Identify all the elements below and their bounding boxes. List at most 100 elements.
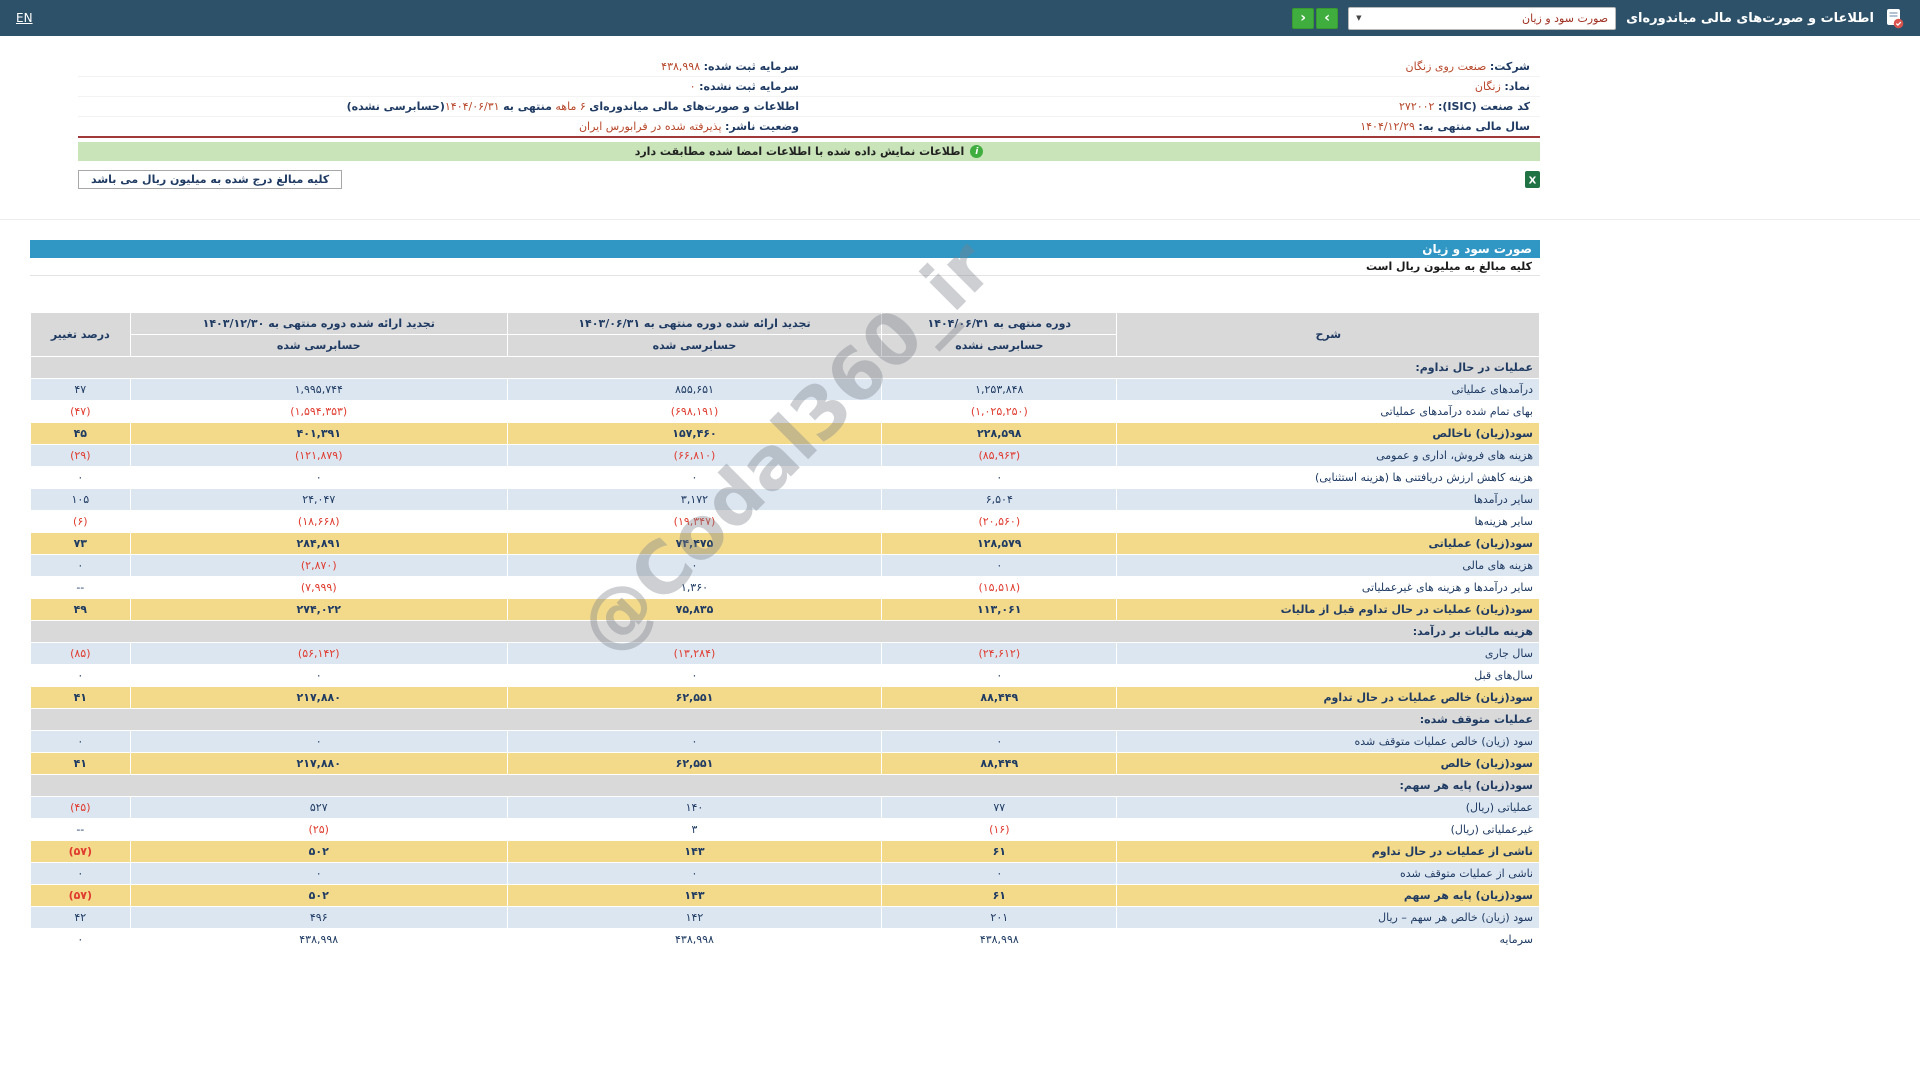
- statement-row: سایر هزینه‌ها (۲۰,۵۶۰) (۱۹,۳۴۷) (۱۸,۶۶۸) (۶): [30, 510, 1540, 533]
- registered-capital-label: سرمایه ثبت شده:: [703, 60, 799, 73]
- amount-cell: ۲۱۷,۸۸۰: [129, 752, 508, 775]
- app-icon[interactable]: [1884, 8, 1904, 29]
- statement-row: ناشی از عملیات متوقف شده ۰ ۰ ۰ ۰: [30, 862, 1540, 885]
- subtotal-row: سود(زیان) ناخالص ۲۲۸,۵۹۸ ۱۵۷,۴۶۰ ۴۰۱,۳۹۱ ۴۵: [30, 422, 1540, 445]
- amount-cell: ۲۱۷,۸۸۰: [129, 686, 508, 709]
- amount-cell: ۱۱۳,۰۶۱: [881, 598, 1118, 621]
- amount-cell: ۵۰۲: [129, 840, 508, 863]
- report-period-length: ۶ ماهه: [555, 100, 586, 113]
- row-label: سرمایه: [1116, 928, 1540, 951]
- amount-cell: ۱,۲۵۳,۸۴۸: [881, 378, 1118, 401]
- percent-change-cell: ۴۱: [30, 686, 131, 709]
- language-en-link[interactable]: EN: [16, 11, 33, 25]
- col-header-restated-year: تجدید ارائه شده دوره منتهی به ۱۴۰۳/۱۲/۳۰: [129, 312, 508, 335]
- amount-cell: ۳: [506, 818, 883, 841]
- amount-cell: (۱۲۱,۸۷۹): [129, 444, 508, 467]
- nav-forward-button[interactable]: ›: [1316, 7, 1339, 29]
- publisher-status-label: وضعیت ناشر:: [725, 120, 799, 133]
- page-separator: [0, 219, 1920, 220]
- percent-change-cell: (۴۷): [30, 400, 131, 423]
- amount-cell: (۸۵,۹۶۳): [881, 444, 1118, 467]
- row-label: سود(زیان) پایه هر سهم: [1116, 884, 1540, 907]
- statement-type-select[interactable]: صورت سود و زیان ▼: [1348, 6, 1617, 30]
- amount-cell: ۱۴۰: [506, 796, 883, 819]
- amount-cell: (۲۴,۶۱۲): [881, 642, 1118, 665]
- percent-change-cell: ۴۱: [30, 752, 131, 775]
- col-header-description: شرح: [1116, 312, 1540, 357]
- amount-cell: ۲۲۸,۵۹۸: [881, 422, 1118, 445]
- amount-cell: ۶,۵۰۴: [881, 488, 1118, 511]
- section-header-label: عملیات متوقف شده:: [30, 708, 1540, 731]
- statement-row: سال‌های قبل ۰ ۰ ۰ ۰: [30, 664, 1540, 687]
- excel-export-icon[interactable]: X: [1525, 171, 1540, 188]
- amount-cell: (۱,۰۲۵,۲۵۰): [881, 400, 1118, 423]
- row-label: بهای تمام شده درآمدهای عملیاتی: [1116, 400, 1540, 423]
- statement-section: @Codal360_ir صورت سود و زیان کلیه مبالغ …: [30, 224, 1540, 951]
- percent-change-cell: ۷۳: [30, 532, 131, 555]
- row-label: سود(زیان) عملیات در حال تداوم قبل از مال…: [1116, 598, 1540, 621]
- fiscal-year-value: ۱۴۰۴/۱۲/۲۹: [1360, 120, 1415, 133]
- row-label: سایر درآمدها: [1116, 488, 1540, 511]
- statement-nav: › ‹: [1292, 7, 1339, 29]
- col-header-percent-change: درصد تغییر: [30, 312, 131, 357]
- million-rial-note: کلیه مبالغ درج شده به میلیون ریال می باش…: [78, 170, 343, 189]
- statement-row: درآمدهای عملیاتی ۱,۲۵۳,۸۴۸ ۸۵۵,۶۵۱ ۱,۹۹۵,۷۴…: [30, 378, 1540, 401]
- percent-change-cell: ۰: [30, 664, 131, 687]
- section-header-row: عملیات در حال تداوم:: [30, 356, 1540, 379]
- section-header-label: هزینه مالیات بر درآمد:: [30, 620, 1540, 643]
- audit-status-audited-2: حسابرسی شده: [129, 334, 508, 357]
- statement-row: سایر درآمدها و هزینه های غیرعملیاتی (۱۵,۵…: [30, 576, 1540, 599]
- company-label: شرکت:: [1489, 60, 1530, 73]
- amount-cell: (۱۵,۵۱۸): [881, 576, 1118, 599]
- company-info-table: شرکت: صنعت روی زنگان سرمایه ثبت شده: ۴۳۸…: [78, 57, 1540, 138]
- section-header-label: سود(زیان) پایه هر سهم:: [30, 774, 1540, 797]
- statement-row: سود (زیان) خالص هر سهم – ریال ۲۰۱ ۱۴۲ ۴۹۶ ۴۲: [30, 906, 1540, 929]
- statement-row: هزینه های مالی ۰ ۰ (۲,۸۷۰) ۰: [30, 554, 1540, 577]
- subtotal-row: سود(زیان) عملیاتی ۱۲۸,۵۷۹ ۷۴,۴۷۵ ۲۸۴,۸۹۱ ۷۳: [30, 532, 1540, 555]
- amount-cell: (۱۳,۲۸۴): [506, 642, 883, 665]
- percent-change-cell: ۱۰۵: [30, 488, 131, 511]
- row-label: سایر درآمدها و هزینه های غیرعملیاتی: [1116, 576, 1540, 599]
- amount-cell: ۴۳۸,۹۹۸: [881, 928, 1118, 951]
- symbol-value: زنگان: [1474, 80, 1501, 93]
- amount-cell: (۱۹,۳۴۷): [506, 510, 883, 533]
- amount-cell: ۶۲,۵۵۱: [506, 752, 883, 775]
- subtotal-row: سود(زیان) خالص عملیات در حال تداوم ۸۸,۴۴۹…: [30, 686, 1540, 709]
- statement-row: غیرعملیاتی (ریال) (۱۶) ۳ (۲۵) --: [30, 818, 1540, 841]
- row-label: سایر هزینه‌ها: [1116, 510, 1540, 533]
- audit-status-unaudited: حسابرسی نشده: [881, 334, 1118, 357]
- statement-title: صورت سود و زیان: [30, 240, 1540, 258]
- row-label: هزینه های مالی: [1116, 554, 1540, 577]
- amount-cell: ۶۱: [881, 884, 1118, 907]
- amount-cell: (۱۶): [881, 818, 1118, 841]
- row-label: عملیاتی (ریال): [1116, 796, 1540, 819]
- statement-body: عملیات در حال تداوم: درآمدهای عملیاتی ۱,۲۵…: [30, 356, 1540, 951]
- percent-change-cell: ۰: [30, 730, 131, 753]
- amount-cell: ۵۲۷: [129, 796, 508, 819]
- subtotal-row: سود(زیان) خالص ۸۸,۴۴۹ ۶۲,۵۵۱ ۲۱۷,۸۸۰ ۴۱: [30, 752, 1540, 775]
- statement-row: سود (زیان) خالص عملیات متوقف شده ۰ ۰ ۰ ۰: [30, 730, 1540, 753]
- percent-change-cell: (۴۵): [30, 796, 131, 819]
- percent-change-cell: (۵۷): [30, 840, 131, 863]
- header-row-periods: شرح دوره منتهی به ۱۴۰۴/۰۶/۳۱ تجدید ارائه…: [30, 312, 1540, 357]
- amount-cell: (۲,۸۷۰): [129, 554, 508, 577]
- nav-back-button[interactable]: ‹: [1292, 7, 1315, 29]
- amount-cell: ۰: [881, 664, 1118, 687]
- amount-cell: ۴۳۸,۹۹۸: [506, 928, 883, 951]
- row-label: سود(زیان) عملیاتی: [1116, 532, 1540, 555]
- signed-match-text: اطلاعات نمایش داده شده با اطلاعات امضا ش…: [634, 145, 965, 158]
- amount-cell: ۰: [129, 730, 508, 753]
- company-info-section: شرکت: صنعت روی زنگان سرمایه ثبت شده: ۴۳۸…: [78, 57, 1540, 138]
- note-row: X کلیه مبالغ درج شده به میلیون ریال می ب…: [78, 170, 1540, 189]
- amount-cell: ۰: [129, 664, 508, 687]
- unregistered-capital-value: ۰: [689, 80, 696, 93]
- company-info-row: کد صنعت (ISIC): ۲۷۲۰۰۲ اطلاعات و صورت‌ها…: [78, 96, 1540, 117]
- subtotal-row: سود(زیان) پایه هر سهم ۶۱ ۱۴۳ ۵۰۲ (۵۷): [30, 884, 1540, 907]
- amount-cell: ۰: [881, 730, 1118, 753]
- amount-cell: (۱,۵۹۴,۳۵۳): [129, 400, 508, 423]
- section-header-label: عملیات در حال تداوم:: [30, 356, 1540, 379]
- amount-cell: ۸۸,۴۴۹: [881, 752, 1118, 775]
- signed-match-notice: i اطلاعات نمایش داده شده با اطلاعات امضا…: [78, 142, 1540, 161]
- topbar: اطلاعات و صورت‌های مالی میاندوره‌ای صورت…: [0, 0, 1920, 36]
- amount-cell: ۲۴,۰۴۷: [129, 488, 508, 511]
